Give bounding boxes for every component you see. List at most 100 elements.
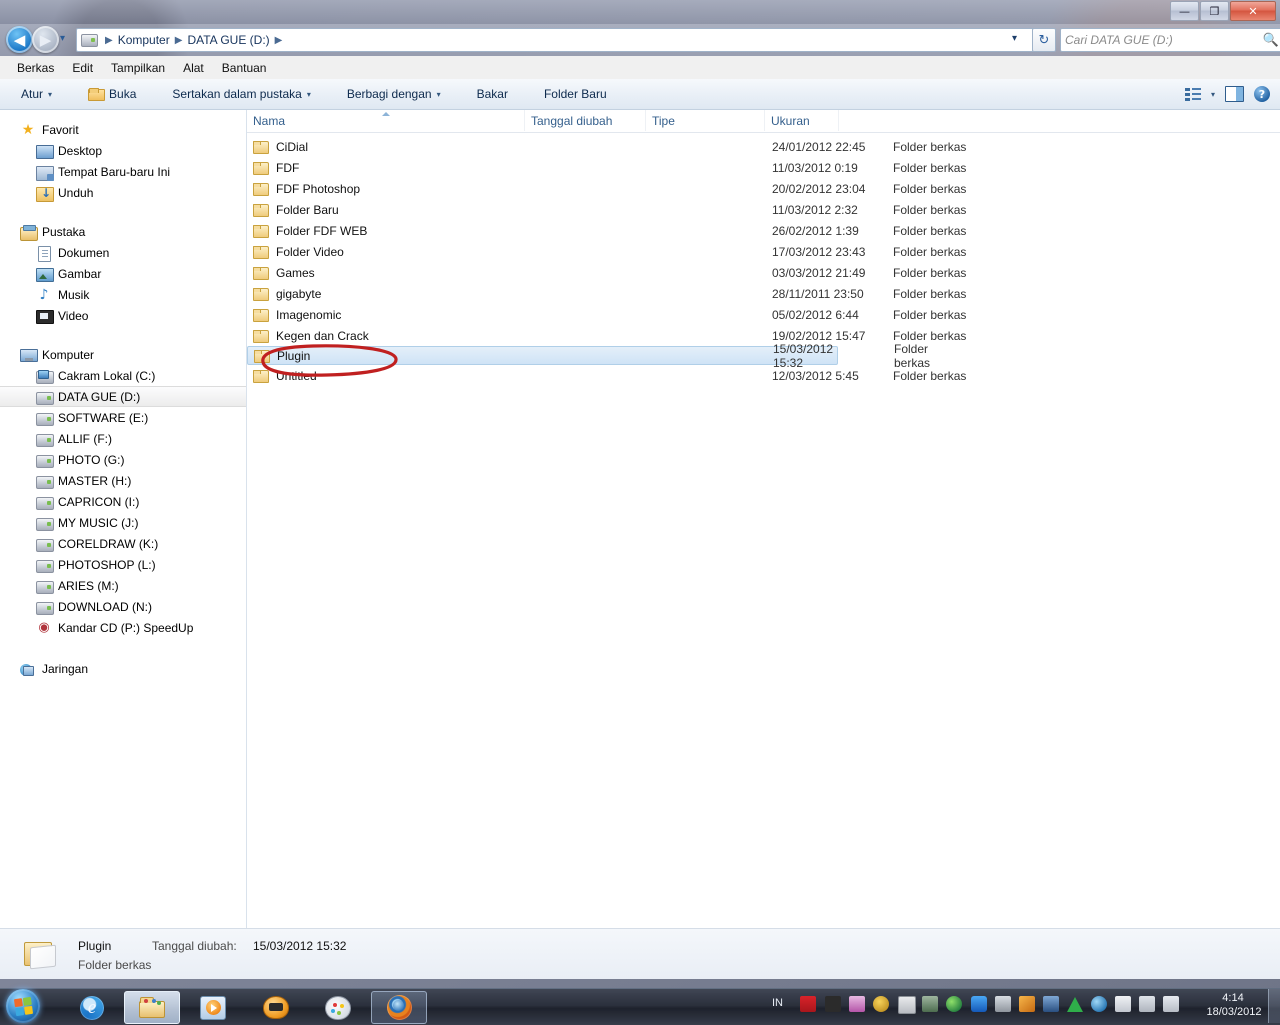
help-icon[interactable]: ? xyxy=(1254,86,1270,102)
search-box[interactable]: Cari DATA GUE (D:) 🔍 xyxy=(1060,28,1280,52)
table-row[interactable]: FDF Photoshop 20/02/2012 23:04 Folder be… xyxy=(247,178,1280,199)
camera-icon[interactable] xyxy=(922,996,938,1012)
lightning-icon[interactable] xyxy=(1019,996,1035,1012)
menu-berkas[interactable]: Berkas xyxy=(10,58,61,78)
table-row[interactable]: Games 03/03/2012 21:49 Folder berkas xyxy=(247,262,1280,283)
sidebar-item-allif-f[interactable]: ALLIF (F:) xyxy=(0,428,246,449)
sidebar-item-cakram-lokal-c[interactable]: Cakram Lokal (C:) xyxy=(0,365,246,386)
menu-edit[interactable]: Edit xyxy=(65,58,100,78)
sidebar-item-photoshop-l[interactable]: PHOTOSHOP (L:) xyxy=(0,554,246,575)
burn-button[interactable]: Bakar xyxy=(468,80,517,108)
file-name-cell: Untitled xyxy=(253,369,317,383)
sidebar-item-dokumen[interactable]: Dokumen xyxy=(0,242,246,263)
open-button[interactable]: Buka xyxy=(79,80,145,108)
sidebar-item-photo-g[interactable]: PHOTO (G:) xyxy=(0,449,246,470)
bluetooth-icon[interactable] xyxy=(971,996,987,1012)
sidebar-item-unduh[interactable]: Unduh xyxy=(0,182,246,203)
table-row[interactable]: Untitled 12/03/2012 5:45 Folder berkas xyxy=(247,365,1280,386)
menu-tampilkan[interactable]: Tampilkan xyxy=(104,58,172,78)
sidebar-item-musik[interactable]: ♪ Musik xyxy=(0,284,246,305)
usb-safely-remove-icon[interactable] xyxy=(995,996,1011,1012)
sidebar-item-kandar-cd-p[interactable]: ◉ Kandar CD (P:) SpeedUp xyxy=(0,617,246,638)
notepad-icon[interactable] xyxy=(898,996,916,1014)
blue-globe-icon[interactable] xyxy=(1091,996,1107,1012)
display-icon[interactable] xyxy=(1043,996,1059,1012)
table-row[interactable]: Folder Video 17/03/2012 23:43 Folder ber… xyxy=(247,241,1280,262)
sidebar-item-capricon-i[interactable]: CAPRICON (I:) xyxy=(0,491,246,512)
flag-error-icon[interactable] xyxy=(1115,996,1131,1012)
avira-icon[interactable] xyxy=(800,996,816,1012)
sidebar-item-master-h[interactable]: MASTER (H:) xyxy=(0,470,246,491)
minimize-button[interactable]: — xyxy=(1170,1,1199,21)
bug-icon[interactable] xyxy=(873,996,889,1012)
green-triangle-icon[interactable] xyxy=(1067,997,1083,1012)
table-row[interactable]: Folder FDF WEB 26/02/2012 1:39 Folder be… xyxy=(247,220,1280,241)
onenote-icon[interactable] xyxy=(849,996,865,1012)
column-header-tipe[interactable]: Tipe xyxy=(646,110,765,131)
menu-alat[interactable]: Alat xyxy=(176,58,211,78)
globe-update-icon[interactable] xyxy=(946,996,962,1012)
navigation-pane[interactable]: ★ Favorit Desktop Tempat Baru-baru Ini U… xyxy=(0,110,246,928)
new-folder-button[interactable]: Folder Baru xyxy=(535,80,616,108)
breadcrumb-data-gue[interactable]: DATA GUE (D:) xyxy=(184,32,272,48)
taskbar-gom-player[interactable] xyxy=(248,991,304,1024)
sidebar-item-pustaka[interactable]: Pustaka xyxy=(0,221,246,242)
refresh-button[interactable]: ↻ xyxy=(1032,28,1056,52)
menu-bantuan[interactable]: Bantuan xyxy=(215,58,274,78)
table-row[interactable]: Imagenomic 05/02/2012 6:44 Folder berkas xyxy=(247,304,1280,325)
sidebar-item-desktop[interactable]: Desktop xyxy=(0,140,246,161)
sidebar-item-software-e[interactable]: SOFTWARE (E:) xyxy=(0,407,246,428)
preview-pane-icon[interactable] xyxy=(1225,86,1244,102)
taskbar-windows-explorer[interactable] xyxy=(124,991,180,1024)
breadcrumb-address-bar[interactable]: ▶ Komputer ▶ DATA GUE (D:) ▶ xyxy=(76,28,1036,52)
organize-button[interactable]: Atur ▾ xyxy=(12,80,61,108)
table-row[interactable]: FDF 11/03/2012 0:19 Folder berkas xyxy=(247,157,1280,178)
taskbar-internet-explorer[interactable] xyxy=(64,991,120,1024)
address-dropdown-icon[interactable]: ▾ xyxy=(1012,33,1024,45)
share-with-button[interactable]: Berbagi dengan ▾ xyxy=(338,80,450,108)
column-header-ukuran[interactable]: Ukuran xyxy=(765,110,839,131)
start-button[interactable] xyxy=(6,989,40,1023)
sidebar-item-recent-places[interactable]: Tempat Baru-baru Ini xyxy=(0,161,246,182)
table-row[interactable]: CiDial 24/01/2012 22:45 Folder berkas xyxy=(247,136,1280,157)
taskbar-firefox[interactable] xyxy=(371,991,427,1024)
recent-pages-dropdown[interactable]: ▾ xyxy=(60,33,72,45)
sidebar-item-gambar[interactable]: Gambar xyxy=(0,263,246,284)
sidebar-label: MASTER (H:) xyxy=(58,473,132,488)
include-in-library-button[interactable]: Sertakan dalam pustaka ▾ xyxy=(163,80,319,108)
clock-time[interactable]: 4:14 xyxy=(1203,992,1263,1004)
chevron-down-icon[interactable]: ▾ xyxy=(1211,90,1215,99)
column-header-tanggal-diubah[interactable]: Tanggal diubah xyxy=(525,110,646,131)
sidebar-item-video[interactable]: Video xyxy=(0,305,246,326)
sidebar-item-favorit[interactable]: ★ Favorit xyxy=(0,119,246,140)
maximize-button[interactable]: ❐ xyxy=(1200,1,1229,21)
sidebar-item-download-n[interactable]: DOWNLOAD (N:) xyxy=(0,596,246,617)
file-name-cell: Imagenomic xyxy=(253,308,341,322)
search-input[interactable]: Cari DATA GUE (D:) xyxy=(1065,33,1263,47)
sidebar-item-my-music-j[interactable]: MY MUSIC (J:) xyxy=(0,512,246,533)
view-options-icon[interactable] xyxy=(1184,87,1201,101)
sidebar-item-data-gue-d[interactable]: DATA GUE (D:) xyxy=(0,386,246,407)
sidebar-item-aries-m[interactable]: ARIES (M:) xyxy=(0,575,246,596)
table-row[interactable]: Kegen dan Crack 19/02/2012 15:47 Folder … xyxy=(247,325,1280,346)
table-row-selected[interactable]: Plugin 15/03/2012 15:32 Folder berkas xyxy=(247,342,930,370)
volume-icon[interactable] xyxy=(1163,996,1179,1012)
sidebar-item-coreldraw-k[interactable]: CORELDRAW (K:) xyxy=(0,533,246,554)
clock-date[interactable]: 18/03/2012 xyxy=(1190,1006,1278,1018)
show-desktop-button[interactable] xyxy=(1268,989,1280,1023)
sidebar-item-komputer[interactable]: Komputer xyxy=(0,344,246,365)
close-button[interactable]: ✕ xyxy=(1230,1,1276,21)
file-date-cell: 19/02/2012 15:47 xyxy=(772,328,866,343)
table-row[interactable]: gigabyte 28/11/2011 23:50 Folder berkas xyxy=(247,283,1280,304)
sidebar-item-jaringan[interactable]: Jaringan xyxy=(0,658,246,679)
network-icon[interactable] xyxy=(1139,996,1155,1012)
language-indicator[interactable]: IN xyxy=(772,997,783,1009)
back-button[interactable]: ◀ xyxy=(6,26,33,53)
clapperboard-icon[interactable] xyxy=(825,996,841,1012)
taskbar-paint[interactable] xyxy=(310,991,366,1024)
forward-button[interactable]: ▶ xyxy=(32,26,59,53)
taskbar-media-player[interactable] xyxy=(185,991,241,1024)
table-row[interactable]: Folder Baru 11/03/2012 2:32 Folder berka… xyxy=(247,199,1280,220)
breadcrumb-komputer[interactable]: Komputer xyxy=(115,32,173,48)
file-list-pane[interactable]: Nama Tanggal diubah Tipe Ukuran CiDial 2… xyxy=(247,110,1280,928)
